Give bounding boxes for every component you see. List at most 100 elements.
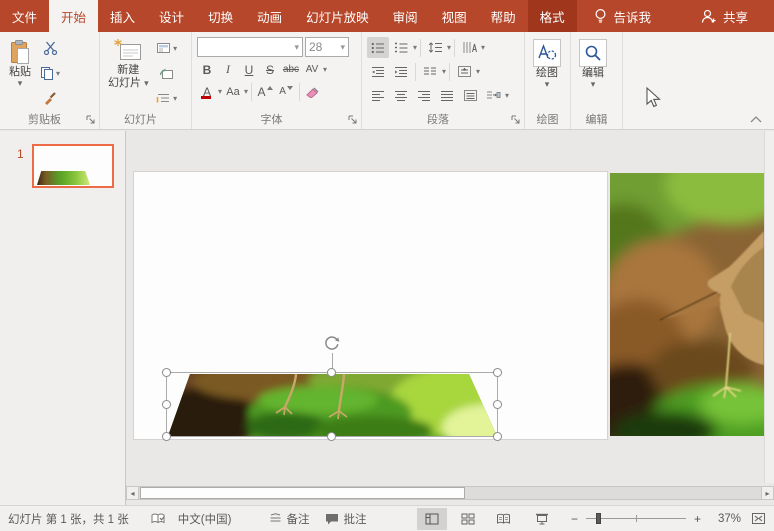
clear-formatting-button[interactable] [303, 82, 323, 101]
slide-sorter-view-button[interactable] [453, 508, 483, 530]
paste-dropdown-arrow[interactable]: ▾ [18, 79, 23, 87]
slide-counter[interactable]: 幻灯片 第 1 张，共 1 张 [8, 511, 129, 527]
tell-me-button[interactable]: 告诉我 [582, 7, 663, 26]
resize-handle-bottom-right[interactable] [493, 432, 502, 441]
strikethrough-button[interactable]: abc [281, 60, 301, 79]
tab-design[interactable]: 设计 [147, 0, 196, 32]
drawing-button[interactable]: 绘图 ▾ [530, 37, 564, 90]
bullets-button[interactable] [367, 37, 389, 58]
text-shadow-button[interactable]: S [260, 60, 280, 79]
resize-handle-bottom-middle[interactable] [327, 432, 336, 441]
bold-button[interactable]: B [197, 60, 217, 79]
font-size-combo[interactable]: 28 ▾ [305, 37, 349, 57]
tab-review[interactable]: 审阅 [381, 0, 430, 32]
underline-button[interactable]: U [239, 60, 259, 79]
font-size-dropdown-arrow[interactable]: ▾ [340, 42, 345, 53]
columns-button[interactable] [419, 61, 441, 82]
slideshow-view-button[interactable] [527, 508, 557, 530]
justify-button[interactable] [436, 85, 458, 106]
resize-handle-bottom-left[interactable] [162, 432, 171, 441]
editing-dropdown-arrow[interactable]: ▾ [591, 80, 596, 88]
notes-button[interactable]: 备注 [269, 511, 309, 527]
grow-font-button[interactable]: A [255, 82, 275, 101]
comments-button[interactable]: 批注 [325, 511, 366, 527]
resize-handle-top-right[interactable] [493, 368, 502, 377]
editing-button[interactable]: 编辑 ▾ [576, 37, 610, 90]
tab-animations[interactable]: 动画 [245, 0, 294, 32]
new-slide-dropdown-arrow[interactable]: ▾ [144, 78, 149, 88]
tab-transitions[interactable]: 切换 [196, 0, 245, 32]
resize-handle-top-middle[interactable] [327, 368, 336, 377]
tab-slideshow[interactable]: 幻灯片放映 [294, 0, 381, 32]
resize-handle-top-left[interactable] [162, 368, 171, 377]
scroll-right-arrow[interactable]: ▸ [761, 486, 774, 500]
line-spacing-button[interactable] [424, 37, 446, 58]
italic-button[interactable]: I [218, 60, 238, 79]
fit-slide-to-window-button[interactable] [751, 512, 766, 525]
zoom-slider-thumb[interactable] [596, 513, 601, 524]
align-text-button[interactable] [453, 61, 475, 82]
section-button[interactable]: ▾ [156, 87, 178, 109]
layout-button[interactable]: ▾ [156, 37, 178, 59]
change-case-dropdown-arrow[interactable]: ▾ [244, 87, 248, 96]
increase-indent-button[interactable] [390, 61, 412, 82]
zoom-out-button[interactable]: − [569, 512, 580, 526]
tab-insert[interactable]: 插入 [98, 0, 147, 32]
reset-button[interactable] [156, 62, 178, 84]
font-name-combo[interactable]: ▾ [197, 37, 303, 57]
paste-button[interactable]: 粘贴 ▾ [5, 37, 35, 89]
copy-button[interactable]: ▾ [39, 62, 61, 84]
numbering-dropdown-arrow[interactable]: ▾ [413, 43, 417, 52]
vertical-scrollbar[interactable] [764, 131, 774, 483]
line-spacing-dropdown-arrow[interactable]: ▾ [447, 43, 451, 52]
align-right-button[interactable] [413, 85, 435, 106]
paragraph-dialog-launcher-icon[interactable] [511, 115, 521, 125]
align-center-button[interactable] [390, 85, 412, 106]
bird-picture[interactable] [610, 173, 764, 436]
smartart-dropdown-arrow[interactable]: ▾ [505, 91, 509, 100]
format-painter-button[interactable] [39, 87, 61, 109]
font-color-dropdown-arrow[interactable]: ▾ [218, 87, 222, 96]
text-direction-button[interactable] [458, 37, 480, 58]
drawing-dropdown-arrow[interactable]: ▾ [545, 80, 550, 88]
zoom-in-button[interactable]: + [692, 512, 703, 526]
font-dialog-launcher-icon[interactable] [348, 115, 358, 125]
character-spacing-button[interactable]: AV [302, 60, 322, 79]
change-case-button[interactable]: Aa [223, 82, 243, 101]
tab-picture-format[interactable]: 格式 [528, 0, 577, 32]
resize-handle-middle-right[interactable] [493, 400, 502, 409]
font-name-dropdown-arrow[interactable]: ▾ [294, 42, 299, 53]
distribute-button[interactable] [459, 85, 481, 106]
char-spacing-dropdown-arrow[interactable]: ▾ [323, 65, 327, 74]
language-button[interactable]: 中文(中国) [178, 511, 232, 527]
text-direction-dropdown-arrow[interactable]: ▾ [481, 43, 485, 52]
shrink-font-button[interactable]: A [276, 82, 296, 101]
decrease-indent-button[interactable] [367, 61, 389, 82]
horizontal-scrollbar-thumb[interactable] [140, 487, 465, 499]
normal-view-button[interactable] [417, 508, 447, 530]
reading-view-button[interactable] [489, 508, 519, 530]
smartart-convert-button[interactable] [482, 85, 504, 106]
tab-home[interactable]: 开始 [49, 0, 98, 32]
clipboard-dialog-launcher-icon[interactable] [86, 115, 96, 125]
tab-file[interactable]: 文件 [0, 0, 49, 32]
share-button[interactable]: 共享 [689, 7, 760, 26]
collapse-ribbon-chevron-icon[interactable] [750, 116, 762, 123]
cut-button[interactable] [39, 37, 61, 59]
slide-thumbnail[interactable] [32, 144, 114, 188]
zoom-slider-track[interactable] [586, 512, 686, 525]
scroll-left-arrow[interactable]: ◂ [126, 486, 139, 500]
layout-dropdown-arrow[interactable]: ▾ [173, 44, 177, 53]
font-color-button[interactable]: A [197, 82, 217, 101]
horizontal-scrollbar-track[interactable] [139, 486, 761, 500]
tab-view[interactable]: 视图 [430, 0, 479, 32]
new-slide-button[interactable]: 新建 幻灯片 ▾ [105, 37, 152, 92]
numbering-button[interactable] [390, 37, 412, 58]
align-left-button[interactable] [367, 85, 389, 106]
tab-help[interactable]: 帮助 [479, 0, 528, 32]
copy-dropdown-arrow[interactable]: ▾ [56, 69, 60, 78]
spell-check-button[interactable] [151, 512, 166, 525]
columns-dropdown-arrow[interactable]: ▾ [442, 67, 446, 76]
zoom-percentage[interactable]: 37% [709, 513, 741, 525]
resize-handle-middle-left[interactable] [162, 400, 171, 409]
